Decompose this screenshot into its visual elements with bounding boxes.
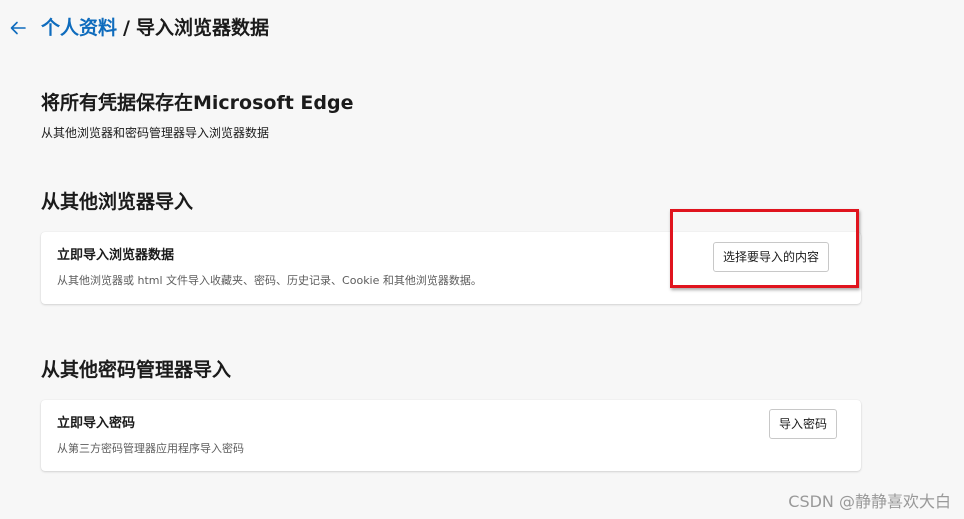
page-header: 个人资料 / 导入浏览器数据 — [0, 0, 964, 56]
import-passwords-button[interactable]: 导入密码 — [769, 409, 838, 439]
page-title: 导入浏览器数据 — [135, 17, 269, 39]
main-heading: 将所有凭据保存在Microsoft Edge — [41, 92, 354, 114]
card-description-import-browser-data: 从其他浏览器或 html 文件导入收藏夹、密码、历史记录、Cookie 和其他浏… — [57, 274, 482, 287]
arrow-left-icon — [10, 21, 26, 35]
breadcrumb-separator: / — [123, 17, 130, 39]
breadcrumb: 个人资料 / 导入浏览器数据 — [41, 14, 269, 42]
import-browser-data-card: 立即导入浏览器数据 从其他浏览器或 html 文件导入收藏夹、密码、历史记录、C… — [41, 232, 861, 304]
watermark: CSDN @静静喜欢大白 — [788, 492, 951, 511]
import-passwords-card: 立即导入密码 从第三方密码管理器应用程序导入密码 导入密码 — [41, 400, 861, 471]
choose-what-to-import-button[interactable]: 选择要导入的内容 — [713, 242, 830, 272]
breadcrumb-profiles-link[interactable]: 个人资料 — [41, 17, 117, 39]
card-title-import-passwords: 立即导入密码 — [57, 416, 136, 431]
back-button[interactable] — [6, 16, 30, 40]
section-title-password-managers: 从其他密码管理器导入 — [41, 359, 232, 381]
section-title-browsers: 从其他浏览器导入 — [41, 191, 194, 213]
card-title-import-browser-data: 立即导入浏览器数据 — [57, 248, 175, 263]
main-subtitle: 从其他浏览器和密码管理器导入浏览器数据 — [41, 126, 270, 140]
card-description-import-passwords: 从第三方密码管理器应用程序导入密码 — [57, 442, 244, 455]
